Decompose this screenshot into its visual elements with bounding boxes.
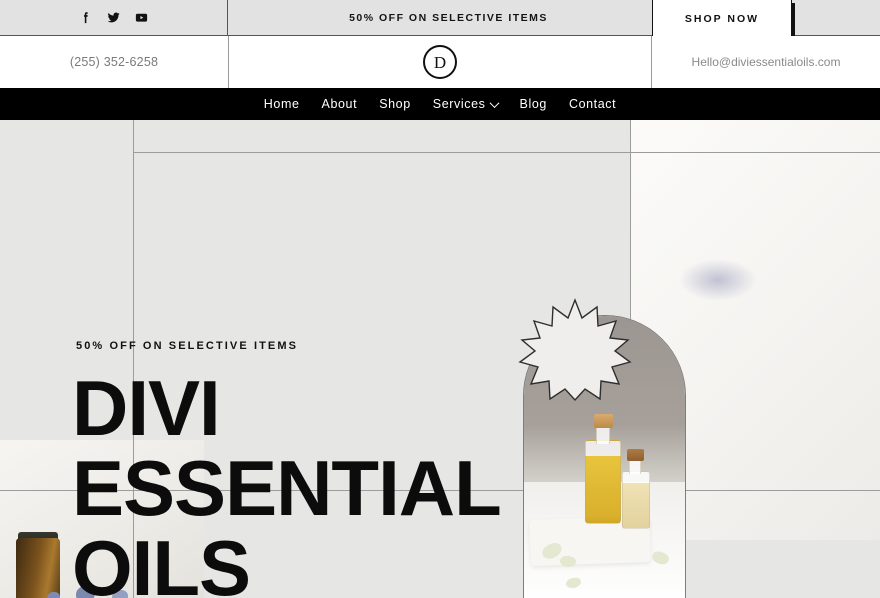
cork-stopper — [594, 414, 613, 428]
bottle-neck — [629, 459, 641, 474]
headline-line-1: DIVI — [72, 364, 221, 452]
nav-label: Shop — [379, 97, 411, 111]
bottle-neck — [596, 426, 610, 444]
chevron-down-icon — [489, 97, 499, 108]
nav-label: Home — [263, 97, 300, 111]
nav-item-about[interactable]: About — [322, 97, 358, 111]
nav-label: Blog — [519, 97, 547, 111]
promo-text: 50% OFF ON SELECTIVE ITEMS — [349, 11, 548, 24]
shop-now-button[interactable]: SHOP NOW — [652, 0, 792, 38]
email-block: Hello@diviessentialoils.com — [652, 36, 880, 88]
announcement-bar: 50% OFF ON SELECTIVE ITEMS SHOP NOW — [0, 0, 880, 42]
nav-item-blog[interactable]: Blog — [520, 97, 547, 111]
headline-line-3: OILS — [72, 524, 251, 598]
shop-now-button-wrapper: SHOP NOW — [652, 0, 795, 42]
headline-line-2: ESSENTIAL — [72, 444, 502, 532]
hero-eyebrow: 50% OFF ON SELECTIVE ITEMS — [76, 340, 299, 352]
starburst-badge-icon — [518, 298, 632, 402]
logo-icon[interactable]: D — [423, 45, 457, 79]
twitter-icon[interactable] — [106, 10, 121, 25]
grid-line-horizontal — [133, 152, 880, 153]
promo-message: 50% OFF ON SELECTIVE ITEMS — [228, 0, 670, 35]
youtube-icon[interactable] — [134, 10, 149, 25]
nav-item-home[interactable]: Home — [264, 97, 300, 111]
main-navigation: Home About Shop Services Blog Contact — [0, 88, 880, 120]
contact-bar: (255) 352-6258 D Hello@diviessentialoils… — [0, 36, 880, 88]
hero-headline: DIVI ESSENTIAL OILS — [72, 368, 542, 598]
facebook-icon[interactable] — [78, 10, 93, 25]
nav-item-contact[interactable]: Contact — [569, 97, 616, 111]
nav-item-services[interactable]: Services — [432, 97, 499, 111]
hero-section: 50% OFF ON SELECTIVE ITEMS DIVI ESSENTIA… — [0, 120, 880, 598]
landing-page: 50% OFF ON SELECTIVE ITEMS SHOP NOW (255… — [0, 0, 880, 598]
nav-label: Services — [432, 97, 486, 111]
nav-label: Contact — [568, 97, 617, 111]
cork-stopper — [627, 449, 644, 461]
email-address[interactable]: Hello@diviessentialoils.com — [692, 55, 841, 69]
amber-oil-bottle — [16, 538, 60, 598]
orange-ellipse-decoration — [694, 593, 804, 598]
phone-block: (255) 352-6258 — [0, 36, 228, 88]
logo-block: D — [228, 36, 652, 88]
phone-number[interactable]: (255) 352-6258 — [70, 55, 158, 69]
social-links — [0, 0, 228, 35]
large-oil-bottle — [585, 440, 621, 524]
nav-label: About — [321, 97, 358, 111]
small-oil-bottle — [622, 471, 650, 529]
nav-item-shop[interactable]: Shop — [379, 97, 411, 111]
